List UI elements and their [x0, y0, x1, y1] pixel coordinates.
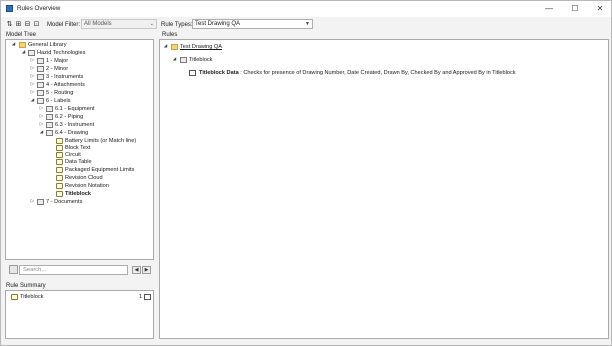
rule-description: : Checks for presence of Drawing Number,… [238, 70, 516, 76]
rule-type-folder-icon [171, 44, 178, 50]
library-folder-icon [19, 42, 26, 48]
rule-icon [56, 191, 63, 197]
collapsed-arrow-icon[interactable]: ▷ [30, 81, 35, 89]
model-filter-label: Model Filter: [47, 22, 81, 28]
toolbar: ⇅ ⊞ ⊟ ⊡ Model Filter: All Models ⌄ Rule … [1, 17, 611, 31]
folder-icon [37, 58, 44, 64]
rule-summary-item[interactable]: Titleblock 1 [6, 293, 153, 301]
model-filter-value: All Models [84, 21, 112, 27]
tree-refresh-icon[interactable]: ⊡ [33, 20, 40, 28]
folder-icon [37, 90, 44, 96]
tree-item-label: 6.2 - Piping [55, 114, 84, 120]
search-previous-button[interactable]: ◀ [132, 266, 141, 274]
rule-icon [56, 152, 63, 158]
rule-icon [11, 294, 18, 300]
model-filter-select[interactable]: All Models ⌄ [81, 19, 157, 29]
rules-item-label: Test Drawing QA [180, 44, 222, 50]
search-next-button[interactable]: ▶ [142, 266, 151, 274]
rule-icon [56, 145, 63, 151]
title-bar: Rules Overview — ☐ ✕ [1, 1, 611, 17]
tree-item-label: 6 - Labels [46, 98, 71, 104]
tree-item-label: General Library [28, 42, 67, 48]
rule-types-select[interactable]: Test Drawing QA ▼ [192, 19, 313, 29]
tree-filter-icon[interactable]: ⊟ [24, 20, 31, 28]
expanded-arrow-icon[interactable]: ◢ [21, 49, 26, 57]
folder-icon [46, 130, 53, 136]
rules-item-label: Titleblock [189, 57, 213, 63]
rule-summary-panel: Titleblock 1 [5, 290, 154, 339]
tree-item-label: 4 - Attachments [46, 82, 85, 88]
tree-item-label: Revision Cloud [65, 175, 103, 181]
search-options-icon[interactable] [9, 265, 18, 274]
tree-item-label: 5 - Routing [46, 90, 74, 96]
folder-icon [46, 122, 53, 128]
collapsed-arrow-icon[interactable]: ▷ [30, 65, 35, 73]
maximize-button[interactable]: ☐ [564, 3, 586, 15]
rule-summary-item-count: 1 [139, 294, 143, 300]
model-icon [28, 50, 35, 56]
expanded-arrow-icon[interactable]: ◢ [39, 129, 44, 137]
rules-overview-window: Rules Overview — ☐ ✕ ⇅ ⊞ ⊟ ⊡ Model Filte… [0, 0, 612, 346]
expanded-arrow-icon[interactable]: ◢ [172, 56, 177, 64]
folder-icon [37, 82, 44, 88]
rule-icon [56, 175, 63, 181]
expanded-arrow-icon[interactable]: ◢ [163, 43, 168, 51]
table-icon [189, 70, 196, 76]
chevron-down-icon: ▼ [305, 21, 310, 27]
tree-item-label: 6.4 - Drawing [55, 130, 89, 136]
tree-item-label: Hazid Technologies [37, 50, 86, 56]
collapsed-arrow-icon[interactable]: ▷ [30, 73, 35, 81]
chevron-down-icon: ⌄ [149, 21, 154, 27]
folder-icon [37, 74, 44, 80]
rule-icon [56, 167, 63, 173]
tree-collapse-icon[interactable]: ⊞ [15, 20, 22, 28]
rules-item-label: Titleblock Data : Checks for presence of… [199, 69, 516, 77]
folder-icon [37, 199, 44, 205]
rules-panel: ◢ Test Drawing QA ◢ Titleblock Titlebloc… [159, 39, 609, 339]
collapsed-arrow-icon[interactable]: ▷ [30, 198, 35, 206]
collapsed-arrow-icon[interactable]: ▷ [30, 57, 35, 65]
rules-header: Rules [162, 32, 178, 38]
model-tree-header: Model Tree [6, 32, 37, 38]
rule-name: Titleblock Data [199, 70, 239, 76]
rule-icon [56, 183, 63, 189]
tree-item-label: 3 - Instruments [46, 74, 84, 80]
rule-icon [56, 138, 63, 144]
rule-types-value: Test Drawing QA [195, 21, 241, 27]
tree-expand-icon[interactable]: ⇅ [6, 20, 13, 28]
folder-icon [37, 66, 44, 72]
tree-item-label: 6.1 - Equipment [55, 106, 95, 112]
rule-types-label: Rule Types: [161, 22, 193, 28]
collapsed-arrow-icon[interactable]: ▷ [39, 113, 44, 121]
app-icon [6, 5, 13, 12]
folder-icon [37, 98, 44, 104]
folder-icon [46, 106, 53, 112]
search-input[interactable]: Search... [19, 265, 128, 275]
minimize-button[interactable]: — [538, 3, 560, 15]
tree-item-label: 2 - Minor [46, 66, 69, 72]
expanded-arrow-icon[interactable]: ◢ [30, 97, 35, 105]
tree-item-label: 1 - Major [46, 58, 69, 64]
tree-item-label: Revision Notation [65, 183, 109, 189]
tree-item-label: Data Table [65, 159, 92, 165]
rule-icon [56, 159, 63, 165]
collapsed-arrow-icon[interactable]: ▷ [30, 89, 35, 97]
table-icon [144, 294, 151, 300]
tree-item-label: 6.3 - Instrument [55, 122, 95, 128]
model-tree-panel: ◢ General Library ◢ Hazid Technologies ▷… [5, 39, 154, 260]
folder-icon [180, 57, 187, 63]
rule-summary-header: Rule Summary [6, 283, 46, 289]
window-title: Rules Overview [17, 5, 61, 12]
tree-item-label: Packaged Equipment Limits [65, 167, 135, 173]
folder-icon [46, 114, 53, 120]
tree-item-label: Titleblock [65, 191, 92, 197]
rule-summary-item-label: Titleblock [20, 294, 44, 300]
close-button[interactable]: ✕ [589, 3, 611, 15]
expanded-arrow-icon[interactable]: ◢ [11, 41, 16, 49]
tree-item-label: 7 - Documents [46, 199, 83, 205]
collapsed-arrow-icon[interactable]: ▷ [39, 105, 44, 113]
collapsed-arrow-icon[interactable]: ▷ [39, 121, 44, 129]
